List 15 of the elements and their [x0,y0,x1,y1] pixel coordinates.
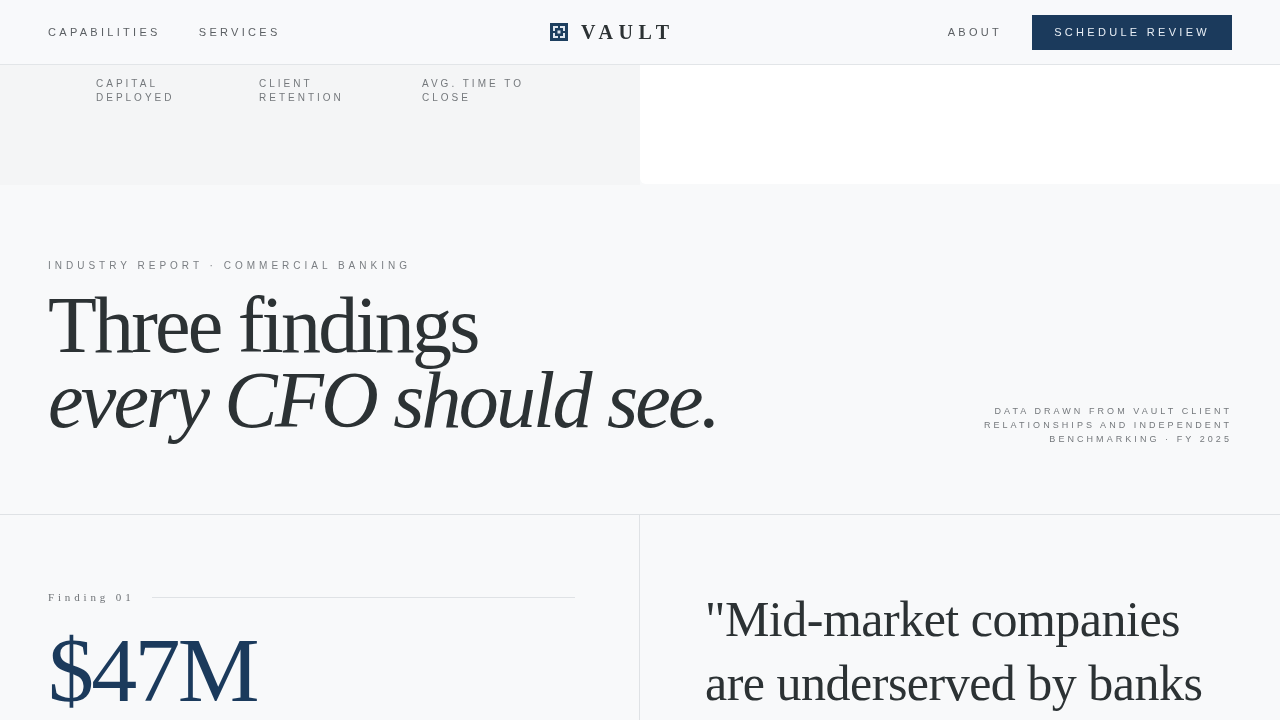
stat-label: CLIENT RETENTION [259,77,345,105]
source-note: DATA DRAWN FROM VAULT CLIENT RELATIONSHIPS AND INDEPENDENT BENCHMARKING · FY 2025 [982,405,1232,446]
finding-label: Finding 01 [48,590,135,604]
stat-label: CAPITAL DEPLOYED [96,77,176,105]
logo-icon [550,23,568,41]
stat-label: AVG. TIME TO CLOSE [422,77,525,105]
cta-button[interactable]: SCHEDULE REVIEW [1032,14,1232,50]
nav-link[interactable]: CAPABILITIES [48,25,161,39]
nav-link[interactable]: SERVICES [198,25,281,39]
headline: Three findings every CFO should see. [48,288,719,446]
pull-quote: "Mid-market companies are underserved by banks [705,590,1204,713]
finding-figure: $47M [48,624,257,716]
section-eyebrow: INDUSTRY REPORT · COMMERCIAL BANKING [48,259,411,273]
nav-link[interactable]: ABOUT [947,25,1003,39]
brand-name: VAULT [581,20,675,44]
